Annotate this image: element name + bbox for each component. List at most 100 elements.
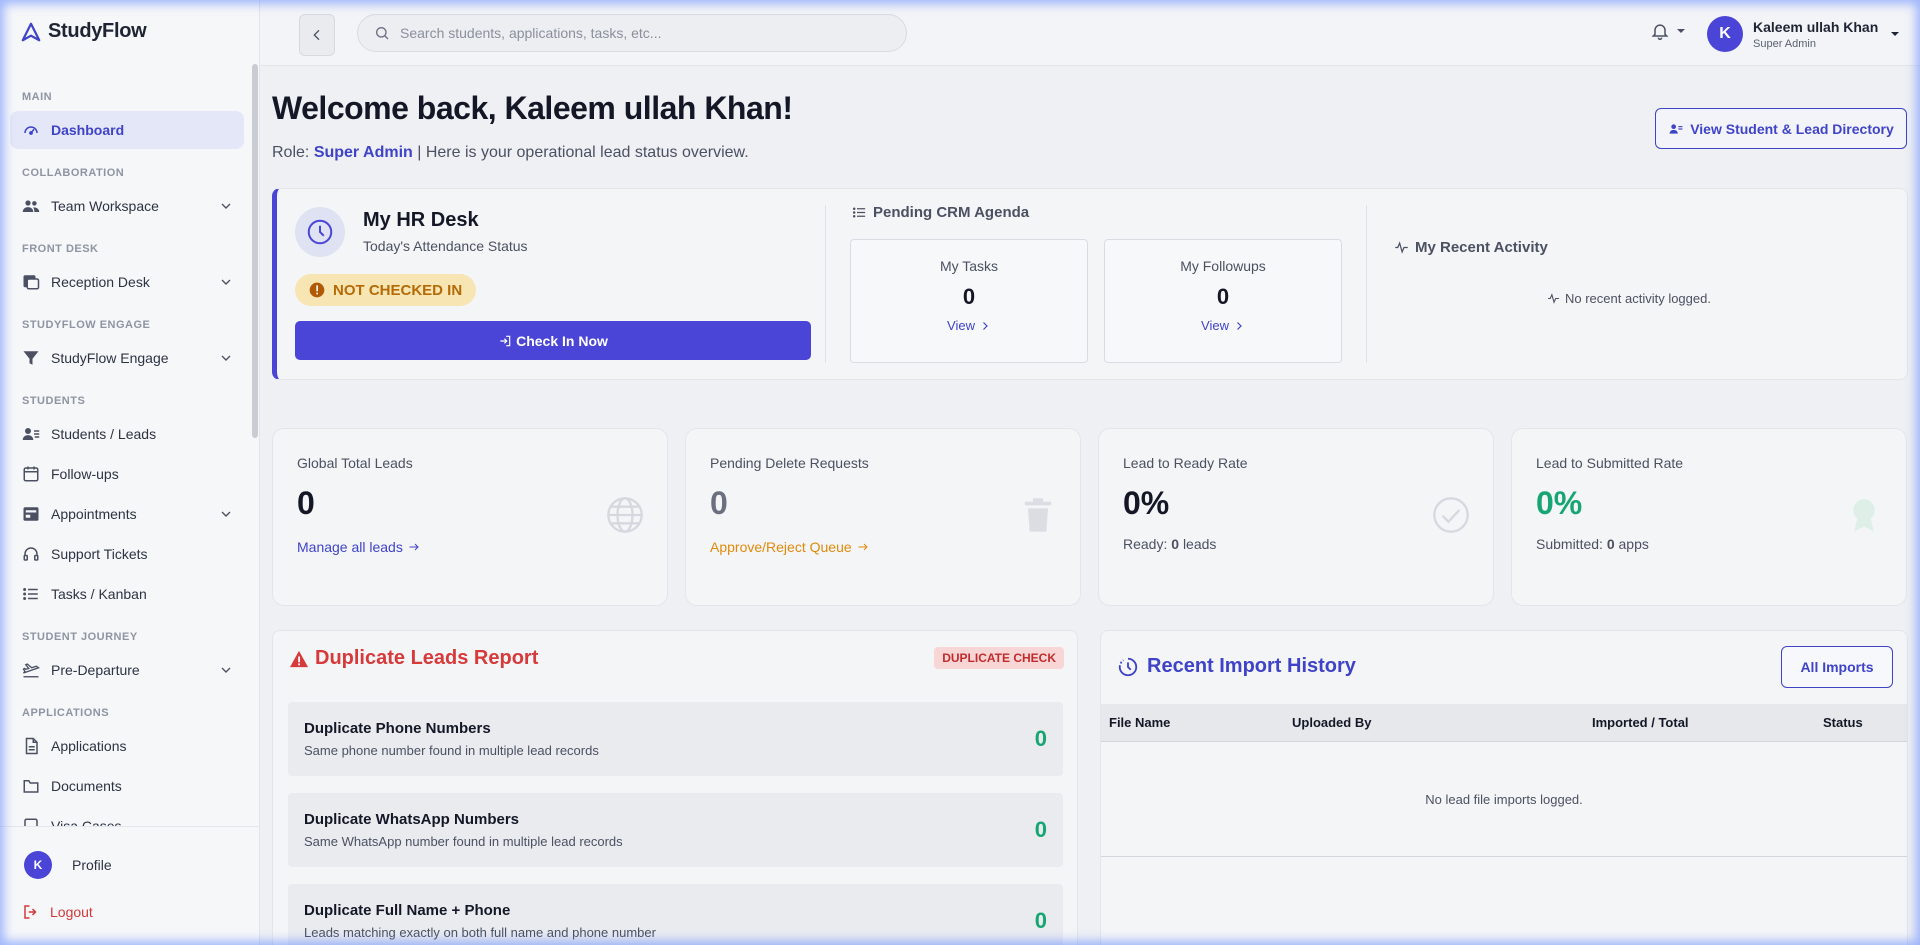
headset-icon [21,544,41,564]
document-icon [21,736,41,756]
list-item: Duplicate Full Name + Phone Leads matchi… [288,884,1063,945]
activity-title: My Recent Activity [1394,239,1548,256]
avatar: K [24,851,52,879]
sidebar-item-pre-departure[interactable]: Pre-Departure [10,651,244,689]
search-icon [376,27,389,40]
my-followups-count: 0 [1216,284,1230,309]
sidebar-item-students-leads[interactable]: Students / Leads [10,415,244,453]
view-tasks-link[interactable]: View [851,318,1087,333]
hr-desk-subtitle: Today's Attendance Status [363,238,528,254]
manage-leads-link[interactable]: Manage all leads [297,539,421,555]
check-in-button[interactable]: Check In Now [295,321,811,360]
sidebar-item-support-tickets[interactable]: Support Tickets [10,535,244,573]
dashboard-icon [21,120,41,140]
sidebar-item-appointments[interactable]: Appointments [10,495,244,533]
stat-card-submitted-rate: Lead to Submitted Rate 0% Submitted: 0 a… [1511,428,1907,606]
sidebar-item-applications[interactable]: Applications [10,727,244,765]
column-header[interactable]: Status [1823,715,1863,730]
import-history-title: Recent Import History [1117,655,1356,678]
sidebar-item-studyflow-engage[interactable]: StudyFlow Engage [10,339,244,377]
stat-card-ready-rate: Lead to Ready Rate 0% Ready: 0 leads [1098,428,1494,606]
chevron-right-icon [1237,321,1242,330]
pulse-icon [1395,241,1408,254]
alert-icon [309,282,325,298]
logout-icon [24,905,37,919]
stat-card-delete-requests: Pending Delete Requests 0 Approve/Reject… [685,428,1081,606]
total-leads-value: 0 [297,485,315,521]
login-icon [500,335,511,346]
role-value: Super Admin [313,144,413,161]
page-title: Welcome back, Kaleem ullah Khan! [272,90,793,126]
agenda-title: Pending CRM Agenda [852,204,1029,221]
sidebar-item-reception-desk[interactable]: Reception Desk [10,263,244,301]
user-list-icon [1669,123,1683,134]
section-collaboration: COLLABORATION [22,167,125,179]
search-bar[interactable] [357,14,907,52]
search-input[interactable] [400,25,880,41]
chevron-down-icon[interactable] [218,350,234,366]
pulse-icon [1548,293,1559,304]
list-item: Duplicate Phone Numbers Same phone numbe… [288,702,1063,776]
user-menu[interactable]: K Kaleem ullah Khan Super Admin [1707,16,1900,52]
section-applications: APPLICATIONS [22,707,110,719]
history-icon [1118,657,1138,676]
list-item: Duplicate WhatsApp Numbers Same WhatsApp… [288,793,1063,867]
ready-rate-value: 0% [1123,485,1170,521]
sidebar-item-team-workspace[interactable]: Team Workspace [10,187,244,225]
warning-icon [290,650,308,667]
sidebar-footer: K Profile Logout [0,826,260,920]
filter-icon [21,348,41,368]
trash-icon [1024,498,1052,532]
section-students: STUDENTS [22,395,86,407]
clock-icon [295,207,345,257]
chevron-down-icon[interactable] [218,506,234,522]
view-followups-link[interactable]: View [1105,318,1341,333]
sidebar-item-tasks-kanban[interactable]: Tasks / Kanban [10,575,244,613]
approve-queue-link[interactable]: Approve/Reject Queue [710,539,870,555]
chevron-down-icon[interactable] [218,198,234,214]
visa-icon [21,816,41,826]
sidebar-item-visa-cases[interactable]: Visa Cases [10,807,244,826]
sidebar-item-follow-ups[interactable]: Follow-ups [10,455,244,493]
chevron-down-icon[interactable] [218,274,234,290]
duplicate-whatsapp-count: 0 [1034,817,1047,842]
caret-down-icon [1677,29,1685,33]
plane-icon [21,660,41,680]
sidebar-nav: MAIN Dashboard COLLABORATION Team Worksp… [0,64,260,826]
view-directory-button[interactable]: View Student & Lead Directory [1655,108,1907,149]
column-header[interactable]: Uploaded By [1292,715,1371,730]
logo-icon [21,22,41,41]
sidebar-item-documents[interactable]: Documents [10,767,244,805]
section-student-journey: STUDENT JOURNEY [22,631,138,643]
my-tasks-card: My Tasks 0 View [850,239,1088,363]
sidebar-item-dashboard[interactable]: Dashboard [10,111,244,149]
submitted-note: Submitted: 0 apps [1536,536,1649,552]
chevron-down-icon[interactable] [218,662,234,678]
column-header[interactable]: Imported / Total [1592,715,1689,730]
section-studyflow-engage: STUDYFLOW ENGAGE [22,319,151,331]
role-line: Role: Super Admin | Here is your operati… [272,144,749,161]
section-front-desk: FRONT DESK [22,243,99,255]
collapse-sidebar-button[interactable] [299,14,335,56]
app-name: StudyFlow [48,20,147,42]
stat-card-total-leads: Global Total Leads 0 Manage all leads [272,428,668,606]
user-name: Kaleem ullah Khan [1753,18,1879,35]
arrow-right-icon [409,543,419,551]
my-tasks-count: 0 [962,284,976,309]
sidebar: StudyFlow MAIN Dashboard COLLABORATION T… [0,0,260,945]
profile-link[interactable]: K Profile [24,851,112,879]
attendance-status-badge: NOT CHECKED IN [295,274,477,306]
column-header[interactable]: File Name [1109,715,1170,730]
calendar-icon [21,464,41,484]
logout-button[interactable]: Logout [22,903,93,921]
award-icon [1853,499,1875,532]
brand[interactable]: StudyFlow [20,20,147,43]
sidebar-scrollbar[interactable] [252,64,258,438]
notifications-button[interactable] [1650,20,1686,42]
appointments-icon [21,504,41,524]
table-header: File Name Uploaded By Imported / Total S… [1101,704,1907,742]
check-circle-icon [1433,497,1469,533]
arrow-right-icon [858,543,868,551]
duplicate-leads-card: Duplicate Leads Report DUPLICATE CHECK D… [272,630,1078,945]
all-imports-button[interactable]: All Imports [1781,646,1893,688]
